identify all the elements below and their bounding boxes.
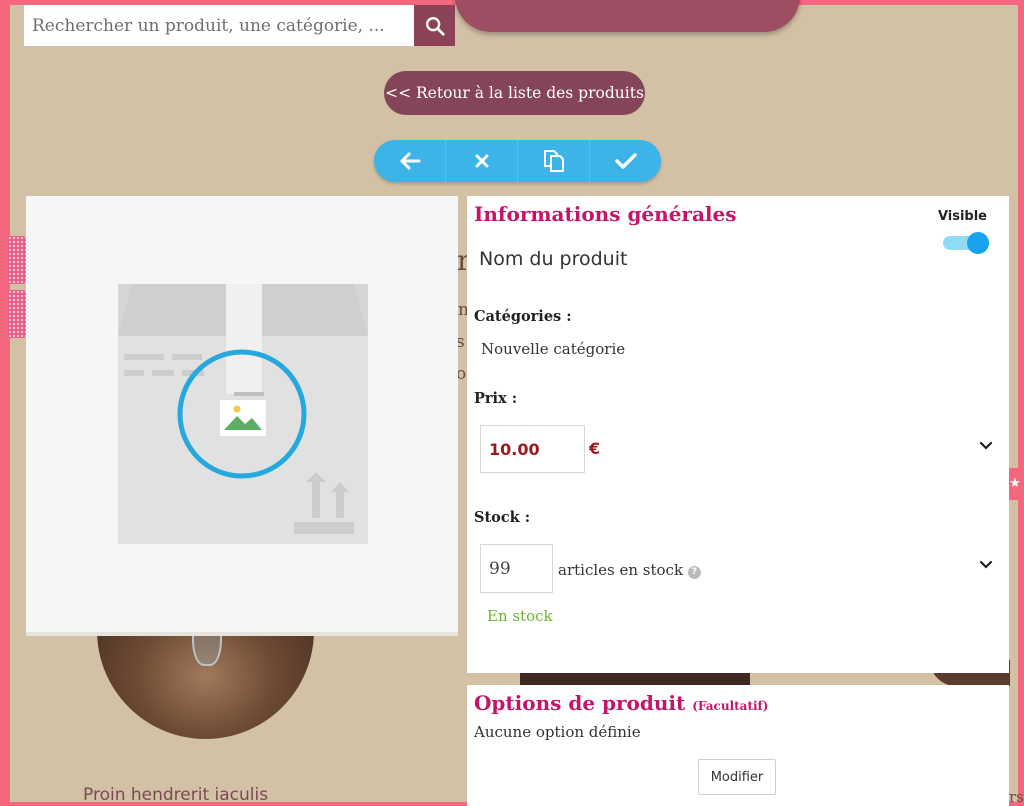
duplicate-tool-button[interactable] [518,140,590,182]
options-title: Options de produit (Facultatif) [474,691,768,715]
stock-chevron-down-icon[interactable] [979,560,993,570]
stock-status: En stock [487,607,553,625]
price-input[interactable] [480,425,585,473]
stock-label: Stock : [474,509,531,526]
product-options-panel: Options de produit (Facultatif) Aucune o… [467,685,1009,806]
visible-label: Visible [937,209,987,224]
modify-options-button[interactable]: Modifier [698,759,776,795]
product-box-placeholder-icon [118,284,368,544]
save-tool-button[interactable] [590,140,661,182]
back-to-list-button[interactable]: << Retour à la liste des produits [384,71,645,115]
help-icon[interactable]: ? [687,566,701,579]
toggle-knob [967,232,989,254]
bg-caption: Proin hendrerit iaculis [83,785,269,805]
frame-inner-left [10,0,22,806]
back-tool-button[interactable] [374,140,446,182]
stock-input[interactable] [480,544,553,593]
side-tab-top[interactable] [8,236,26,284]
edit-toolbar [374,140,661,182]
currency-symbol: € [589,439,601,458]
options-subtitle: (Facultatif) [692,699,769,713]
visible-toggle[interactable] [943,232,989,254]
price-label: Prix : [474,390,518,407]
search-input[interactable] [24,5,414,46]
general-info-panel: Informations générales Visible Catégorie… [467,196,1009,673]
options-empty-text: Aucune option définie [474,723,641,741]
price-chevron-down-icon[interactable] [979,441,993,451]
check-icon [614,153,637,169]
category-value[interactable]: Nouvelle catégorie [481,340,625,358]
cancel-tool-button[interactable] [446,140,518,182]
product-name-input[interactable] [477,242,881,276]
bg-text-fragment: rs [1009,788,1024,806]
options-title-text: Options de produit [474,691,686,715]
general-info-title: Informations générales [474,202,737,226]
frame-inner-right [1010,0,1018,806]
copy-icon [543,150,564,172]
categories-label: Catégories : [474,308,572,325]
stock-suffix: articles en stock ? [558,561,701,579]
arrow-left-icon [400,152,420,170]
close-icon [475,154,488,168]
search-icon [425,16,445,36]
product-image-panel[interactable] [26,196,458,636]
side-tab-bottom[interactable] [8,290,26,338]
stock-suffix-text: articles en stock [558,561,684,579]
top-menu-pill[interactable] [455,0,800,32]
search-button[interactable] [414,5,455,46]
